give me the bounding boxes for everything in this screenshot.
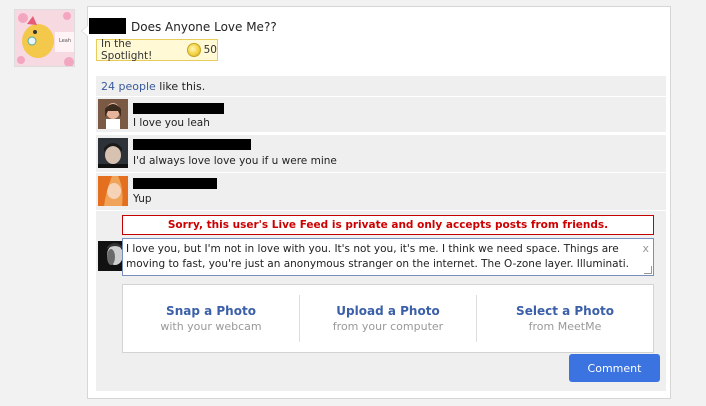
- comment-text: Yup: [133, 193, 152, 205]
- comment-input-value: I love you, but I'm not in love with you…: [126, 243, 629, 270]
- commenter-avatar[interactable]: [98, 99, 128, 129]
- post-card: Does Anyone Love Me?? In the Spotlight! …: [81, 6, 671, 399]
- comment-text: I'd always love love you if u were mine: [133, 155, 337, 167]
- redacted-commenter-name: [133, 178, 217, 189]
- comment-button[interactable]: Comment: [569, 354, 660, 382]
- clear-icon[interactable]: x: [642, 241, 649, 256]
- comment-item: I love you leah: [96, 97, 666, 132]
- likes-link[interactable]: 24 people: [101, 80, 156, 93]
- redacted-commenter-name: [133, 103, 224, 114]
- comment-textarea[interactable]: I love you, but I'm not in love with you…: [122, 238, 654, 276]
- upload-photo-option[interactable]: Upload a Photo from your computer: [299, 295, 476, 342]
- spotlight-badge[interactable]: In the Spotlight! 50: [96, 38, 218, 62]
- comment-item: Yup: [96, 173, 666, 210]
- avatar-caption: Leah: [59, 38, 72, 44]
- option-title: Select a Photo: [516, 304, 614, 318]
- snap-photo-option[interactable]: Snap a Photo with your webcam: [123, 285, 299, 352]
- spotlight-points: 50: [203, 44, 217, 56]
- photo-options: Snap a Photo with your webcam Upload a P…: [122, 284, 654, 353]
- coin-icon: [186, 43, 201, 57]
- commenter-avatar[interactable]: [98, 176, 128, 206]
- option-subtitle: with your webcam: [160, 320, 262, 333]
- resize-handle[interactable]: [644, 266, 652, 274]
- select-photo-option[interactable]: Select a Photo from MeetMe: [476, 295, 653, 342]
- option-title: Upload a Photo: [336, 304, 440, 318]
- comment-item: I'd always love love you if u were mine: [96, 135, 666, 172]
- redacted-commenter-name: [133, 139, 251, 150]
- option-subtitle: from MeetMe: [528, 320, 602, 333]
- option-subtitle: from your computer: [332, 320, 444, 333]
- likes-row: 24 people like this.: [96, 76, 666, 96]
- private-feed-notice: Sorry, this user's Live Feed is private …: [122, 215, 654, 235]
- comment-text: I love you leah: [133, 117, 210, 129]
- poster-avatar[interactable]: Leah: [14, 9, 75, 67]
- commenter-avatar[interactable]: [98, 138, 128, 168]
- spotlight-label: In the Spotlight!: [101, 38, 153, 62]
- option-title: Snap a Photo: [166, 304, 256, 318]
- post-title: Does Anyone Love Me??: [131, 20, 277, 34]
- likes-suffix: like this.: [155, 80, 206, 93]
- redacted-username: [89, 18, 126, 34]
